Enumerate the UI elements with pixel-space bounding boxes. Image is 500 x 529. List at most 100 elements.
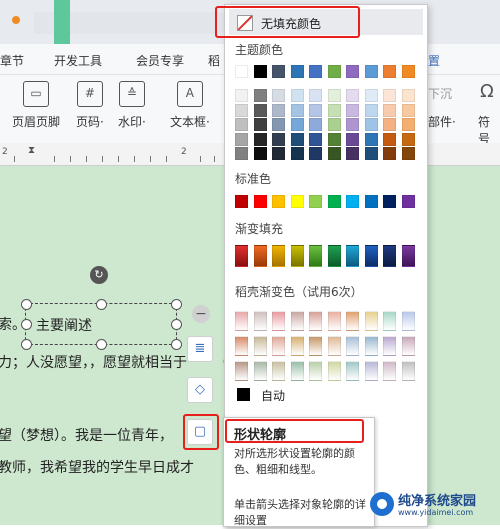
standard-color-swatch[interactable] <box>253 195 267 208</box>
gradient-swatch[interactable] <box>253 245 267 267</box>
theme-shade-swatch[interactable] <box>235 132 248 146</box>
theme-shade-swatch[interactable] <box>346 147 359 160</box>
theme-shade-swatch[interactable] <box>253 118 267 131</box>
gradient-swatch[interactable] <box>383 245 396 267</box>
resize-handle[interactable] <box>21 299 32 310</box>
menu-member-exclusive[interactable]: 会员专享 <box>136 52 184 69</box>
theme-shade-swatch[interactable] <box>272 147 285 160</box>
shell-gradient-swatch[interactable] <box>290 311 304 331</box>
standard-color-swatch[interactable] <box>383 195 396 208</box>
menu-chapter[interactable]: 章节 <box>0 52 24 69</box>
resize-handle[interactable] <box>21 339 32 350</box>
shell-gradient-swatch[interactable] <box>327 311 341 331</box>
shell-gradient-swatch[interactable] <box>272 361 285 381</box>
textbox-text[interactable]: 主要阐述 <box>36 315 92 335</box>
shell-gradient-swatch[interactable] <box>290 336 304 356</box>
theme-shade-swatch[interactable] <box>272 118 285 131</box>
shell-gradient-swatch[interactable] <box>364 336 378 356</box>
theme-shade-swatch[interactable] <box>401 147 415 160</box>
shell-gradient-swatch[interactable] <box>346 311 359 331</box>
theme-shade-swatch[interactable] <box>401 89 415 102</box>
shell-gradient-swatch[interactable] <box>235 336 248 356</box>
standard-color-swatch[interactable] <box>309 195 322 208</box>
rotate-handle-icon[interactable]: ↻ <box>90 266 108 284</box>
layout-options-icon[interactable]: ≣ <box>187 336 213 362</box>
shell-gradient-swatch[interactable] <box>401 336 415 356</box>
theme-shade-swatch[interactable] <box>290 147 304 160</box>
shell-gradient-swatch[interactable] <box>253 336 267 356</box>
standard-color-swatch[interactable] <box>401 195 415 208</box>
theme-color-swatch[interactable] <box>290 65 304 78</box>
auto-color-label[interactable]: 自动 <box>261 387 285 404</box>
standard-color-swatch[interactable] <box>346 195 359 208</box>
shell-gradient-swatch[interactable] <box>383 311 396 331</box>
indent-marker-icon[interactable]: ⧗ <box>28 145 40 163</box>
theme-shade-swatch[interactable] <box>383 147 396 160</box>
theme-shade-swatch[interactable] <box>272 132 285 146</box>
auto-color-swatch[interactable] <box>237 388 250 401</box>
theme-shade-swatch[interactable] <box>364 147 378 160</box>
gradient-swatch[interactable] <box>401 245 415 267</box>
theme-shade-swatch[interactable] <box>327 103 341 117</box>
theme-color-swatch[interactable] <box>364 65 378 78</box>
resize-handle[interactable] <box>171 299 182 310</box>
theme-shade-swatch[interactable] <box>383 89 396 102</box>
gradient-swatch[interactable] <box>272 245 285 267</box>
theme-shade-swatch[interactable] <box>272 103 285 117</box>
theme-shade-swatch[interactable] <box>253 89 267 102</box>
gradient-swatch[interactable] <box>290 245 304 267</box>
theme-shade-swatch[interactable] <box>235 103 248 117</box>
theme-shade-swatch[interactable] <box>235 118 248 131</box>
theme-shade-swatch[interactable] <box>383 132 396 146</box>
shell-gradient-swatch[interactable] <box>309 336 322 356</box>
theme-shade-swatch[interactable] <box>364 89 378 102</box>
header-footer-button[interactable]: ▭ 页眉页脚 <box>12 81 60 130</box>
theme-shade-swatch[interactable] <box>401 132 415 146</box>
theme-color-swatch[interactable] <box>309 65 322 78</box>
theme-shade-swatch[interactable] <box>290 118 304 131</box>
theme-color-swatch[interactable] <box>346 65 359 78</box>
theme-shade-swatch[interactable] <box>235 147 248 160</box>
menu-more[interactable]: 稻 <box>208 52 220 69</box>
theme-shade-swatch[interactable] <box>272 89 285 102</box>
shell-gradient-swatch[interactable] <box>235 311 248 331</box>
shell-gradient-swatch[interactable] <box>235 361 248 381</box>
textbox-button[interactable]: A 文本框· <box>170 81 210 130</box>
theme-shade-swatch[interactable] <box>383 103 396 117</box>
watermark-button[interactable]: ≙ 水印· <box>118 81 146 130</box>
shell-gradient-swatch[interactable] <box>309 361 322 381</box>
menu-developer-tools[interactable]: 开发工具 <box>54 52 102 69</box>
standard-color-swatch[interactable] <box>364 195 378 208</box>
theme-shade-swatch[interactable] <box>346 89 359 102</box>
shell-gradient-swatch[interactable] <box>272 311 285 331</box>
theme-shade-swatch[interactable] <box>327 89 341 102</box>
resize-handle[interactable] <box>171 319 182 330</box>
collapse-minus-icon[interactable]: − <box>192 305 210 323</box>
theme-color-swatch[interactable] <box>383 65 396 78</box>
theme-shade-swatch[interactable] <box>364 103 378 117</box>
shell-gradient-swatch[interactable] <box>364 311 378 331</box>
theme-shade-swatch[interactable] <box>235 89 248 102</box>
theme-color-swatch[interactable] <box>401 65 415 78</box>
shell-gradient-swatch[interactable] <box>401 311 415 331</box>
theme-shade-swatch[interactable] <box>253 103 267 117</box>
theme-shade-swatch[interactable] <box>364 118 378 131</box>
theme-color-swatch[interactable] <box>235 65 248 78</box>
gradient-swatch[interactable] <box>327 245 341 267</box>
theme-shade-swatch[interactable] <box>309 132 322 146</box>
theme-shade-swatch[interactable] <box>290 132 304 146</box>
shell-gradient-swatch[interactable] <box>346 361 359 381</box>
selected-textbox[interactable]: 主要阐述 <box>21 299 182 350</box>
shell-gradient-swatch[interactable] <box>401 361 415 381</box>
menu-setting[interactable]: 置 <box>428 52 440 69</box>
resize-handle[interactable] <box>96 299 107 310</box>
theme-shade-swatch[interactable] <box>309 147 322 160</box>
theme-color-swatch[interactable] <box>272 65 285 78</box>
theme-shade-swatch[interactable] <box>401 103 415 117</box>
page-number-button[interactable]: # 页码· <box>76 81 104 130</box>
symbol-label[interactable]: 符号 <box>478 113 500 147</box>
theme-shade-swatch[interactable] <box>309 118 322 131</box>
shell-gradient-swatch[interactable] <box>253 361 267 381</box>
standard-color-swatch[interactable] <box>327 195 341 208</box>
theme-shade-swatch[interactable] <box>383 118 396 131</box>
